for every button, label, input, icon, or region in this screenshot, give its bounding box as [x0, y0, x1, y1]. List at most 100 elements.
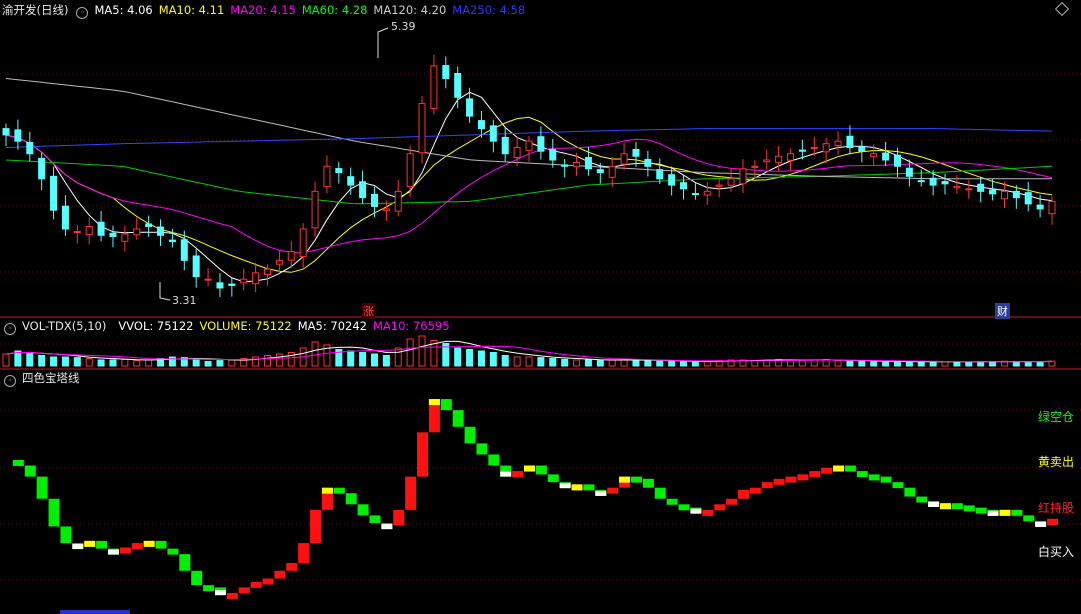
candle-body: [929, 177, 937, 186]
volume-bar: [394, 347, 402, 367]
volume-bar: [810, 359, 818, 367]
ma-readout-4: MA120: 4.20: [373, 3, 447, 17]
tower-bar: [607, 487, 619, 494]
candle-body: [989, 189, 997, 195]
settings-icon[interactable]: ◦: [76, 7, 89, 19]
candle-body: [14, 129, 22, 142]
volume-bar: [798, 360, 806, 367]
candle-body: [537, 136, 545, 152]
tower-bar: [440, 399, 452, 411]
candle-body: [252, 272, 260, 285]
candle-body: [430, 65, 438, 110]
candle-body: [394, 190, 402, 212]
tower-bar: [1047, 518, 1058, 526]
volume-bar: [680, 361, 688, 367]
candle-body: [882, 152, 890, 161]
tower-sell-cap: [619, 476, 631, 483]
volume-bar: [846, 360, 854, 367]
tower-bar: [666, 498, 678, 505]
volume-bar: [893, 361, 901, 367]
volume-bar: [584, 359, 592, 367]
tower-sell-cap: [84, 540, 96, 547]
tower-bar: [678, 504, 690, 511]
tower-bar: [773, 478, 785, 485]
volume-bar: [858, 361, 866, 367]
volume-bar: [1036, 361, 1044, 367]
tower-bar: [951, 503, 963, 510]
candle-body: [466, 98, 474, 117]
tower-bar: [131, 543, 143, 550]
candle-body: [798, 149, 806, 152]
tower-bar: [48, 498, 60, 527]
settings-icon[interactable]: ◦: [4, 375, 16, 387]
volume-readout-3: MA10: 76595: [372, 319, 450, 333]
candle-body: [192, 255, 200, 278]
volume-bar: [632, 359, 640, 367]
candle-body: [691, 193, 699, 196]
candle-body: [442, 65, 450, 79]
candle-body: [834, 140, 842, 147]
tower-bar: [797, 474, 809, 481]
legend-yellow-sell: 黄卖出: [1038, 455, 1075, 469]
high-price-label: 5.39: [391, 20, 416, 33]
candle-body: [513, 146, 521, 158]
volume-bar: [501, 355, 509, 367]
candle-body: [644, 158, 652, 167]
tower-buy-cap: [500, 471, 512, 477]
volume-bar: [953, 361, 961, 367]
volume-bar: [834, 360, 842, 367]
chart-canvas[interactable]: [0, 0, 1081, 614]
volume-bar: [311, 341, 319, 367]
volume-bar: [573, 359, 581, 367]
candle-body: [157, 226, 165, 236]
tower-bar: [119, 547, 131, 554]
candle-body: [870, 153, 878, 157]
candle-body: [751, 165, 759, 168]
tower-bar: [880, 476, 892, 483]
tower-buy-cap: [987, 510, 999, 516]
tower-bar: [785, 476, 797, 483]
ma-readout-2: MA20: 4.15: [230, 3, 296, 17]
low-price-label: 3.31: [172, 294, 197, 307]
tower-bar: [654, 487, 666, 499]
volume-bar: [668, 361, 676, 367]
candle-body: [97, 221, 105, 236]
candle-body: [917, 180, 925, 183]
tower-bar: [262, 578, 274, 585]
candle-body: [1036, 204, 1044, 210]
tower-buy-cap: [214, 590, 226, 596]
tower-bar: [916, 496, 928, 503]
candle-body: [596, 169, 604, 174]
candle-body: [703, 190, 711, 196]
tower-buy-cap: [1035, 521, 1047, 527]
volume-bar: [347, 350, 355, 367]
candle-body: [739, 168, 747, 185]
stock-chart-window: 渝开发(日线) ◦ MA5: 4.06 MA10: 4.11 MA20: 4.15 MA6…: [0, 0, 1081, 614]
volume-bar: [454, 347, 462, 367]
candle-body: [228, 283, 236, 286]
tower-bar: [357, 504, 369, 516]
tower-bar: [250, 581, 262, 588]
candle-body: [905, 167, 913, 177]
volume-bar: [192, 359, 200, 367]
tower-bar: [60, 526, 72, 544]
volume-bar: [97, 359, 105, 367]
tower-bar: [226, 592, 238, 599]
finance-marker[interactable]: 财: [995, 303, 1010, 319]
volume-bar: [168, 356, 176, 367]
volume-bar: [264, 355, 271, 367]
volume-bar: [870, 361, 878, 367]
candle-body: [561, 164, 569, 167]
volume-readout-0: VVOL: 75122: [118, 319, 194, 333]
volume-bar: [905, 361, 913, 367]
settings-icon[interactable]: ◦: [4, 323, 16, 335]
volume-bar: [549, 358, 557, 367]
volume-bar: [561, 358, 569, 367]
volume-bar: [917, 361, 925, 367]
main-header: 渝开发(日线) ◦ MA5: 4.06 MA10: 4.11 MA20: 4.15 MA6…: [2, 1, 537, 19]
tower-bar: [36, 476, 48, 499]
candle-body: [489, 125, 497, 142]
candle-body: [977, 183, 985, 192]
candle-body: [121, 233, 129, 242]
tower-bar: [512, 471, 524, 478]
